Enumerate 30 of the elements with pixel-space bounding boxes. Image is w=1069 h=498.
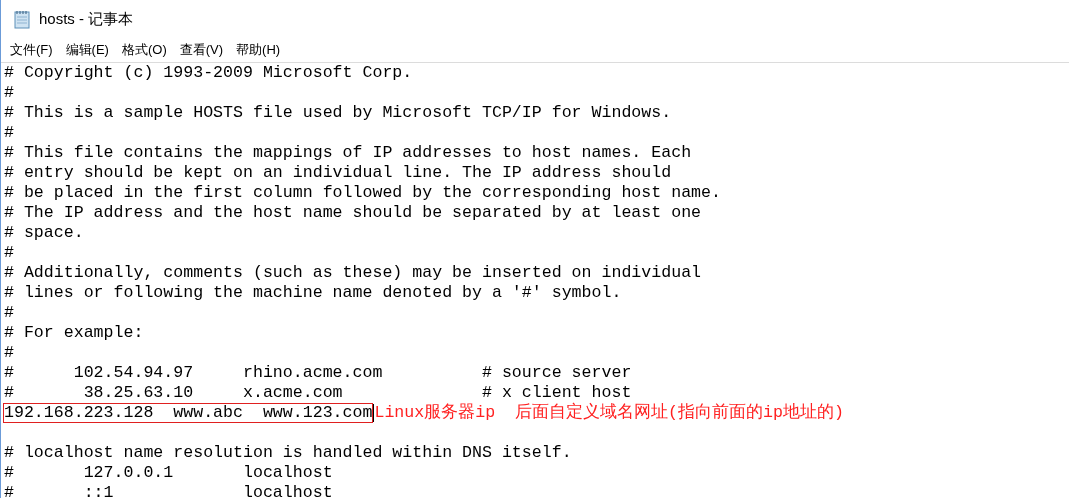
code-line: # This file contains the mappings of IP addresses to host names. Each bbox=[3, 143, 693, 163]
code-line: # This is a sample HOSTS file used by Microsoft TCP/IP for Windows. bbox=[3, 103, 673, 123]
menu-item[interactable]: 文件(F) bbox=[5, 40, 58, 60]
code-line: # bbox=[3, 303, 15, 323]
text-cursor bbox=[373, 404, 375, 422]
code-line: # bbox=[3, 83, 15, 103]
menu-item[interactable]: 帮助(H) bbox=[231, 40, 286, 60]
code-line: # space. bbox=[3, 223, 85, 243]
code-line: # bbox=[3, 123, 15, 143]
code-line: # Copyright (c) 1993-2009 Microsoft Corp. bbox=[3, 63, 414, 83]
notepad-icon bbox=[13, 9, 31, 29]
code-line: # localhost name resolution is handled within DNS itself. bbox=[3, 443, 573, 463]
code-line: # lines or following the machine name denoted by a '#' symbol. bbox=[3, 283, 623, 303]
code-line: # be placed in the first column followed by the corresponding host name. bbox=[3, 183, 722, 203]
code-line: # Additionally, comments (such as these) may be inserted on individual bbox=[3, 263, 703, 283]
code-line: # bbox=[3, 243, 15, 263]
menu-item[interactable]: 格式(O) bbox=[116, 40, 172, 60]
code-line: # 38.25.63.10 x.acme.com # x client host bbox=[3, 383, 633, 402]
code-line: # ::1 localhost bbox=[3, 483, 334, 498]
code-line: # 102.54.94.97 rhino.acme.com # source server bbox=[3, 363, 633, 383]
menu-item[interactable]: 查看(V) bbox=[174, 40, 229, 60]
code-line: # bbox=[3, 343, 15, 363]
code-line: # The IP address and the host name should be separated by at least one bbox=[3, 203, 703, 223]
annotation-text: Linux服务器ip 后面自定义域名网址(指向前面的ip地址的) bbox=[374, 403, 844, 423]
menu-item[interactable]: 编辑(E) bbox=[60, 40, 114, 60]
window-title: hosts - 记事本 bbox=[39, 8, 134, 29]
code-line: # entry should be kept on an individual line. The IP address should bbox=[3, 163, 673, 183]
text-editor[interactable] bbox=[1, 62, 1069, 498]
code-line: # For example: bbox=[3, 323, 145, 343]
code-line: # 127.0.0.1 localhost bbox=[3, 463, 334, 483]
